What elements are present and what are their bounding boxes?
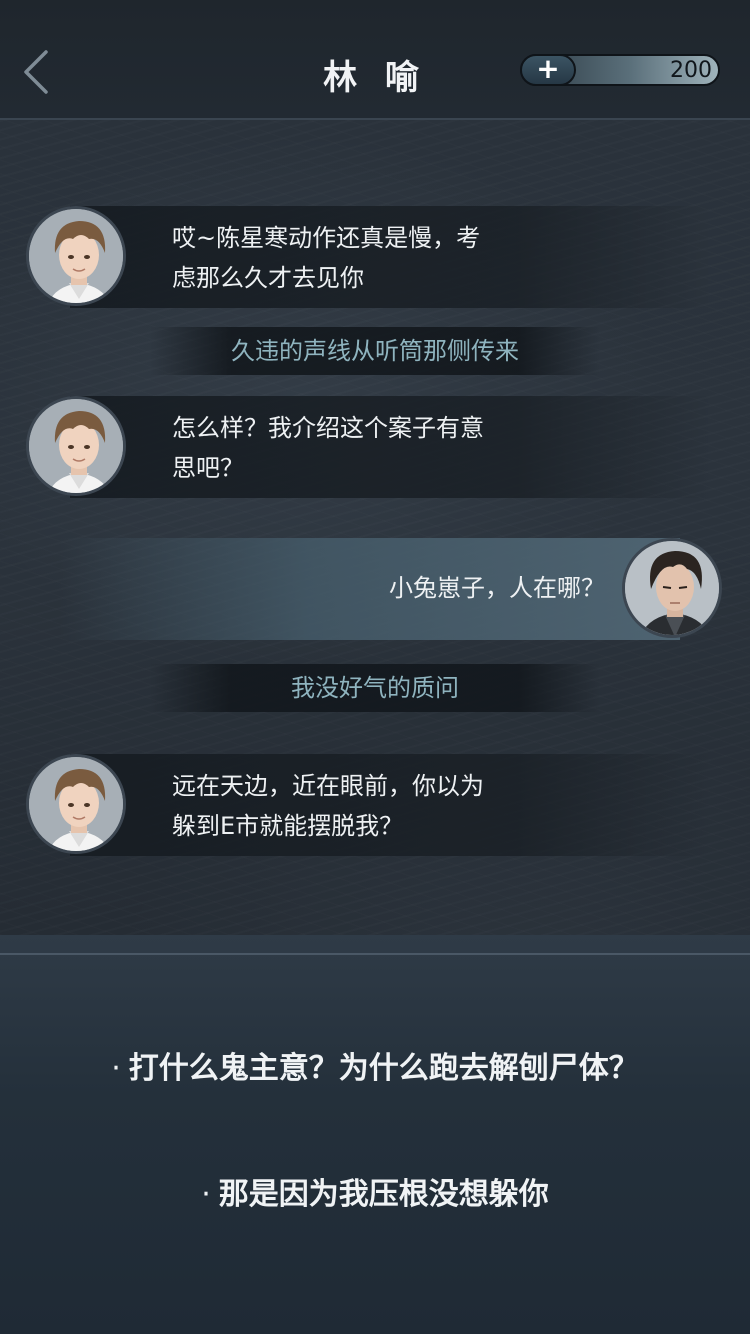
chat-message: 远在天边，近在眼前，你以为 躲到E市就能摆脱我？	[0, 754, 750, 856]
choice-text: 打什么鬼主意？为什么跑去解刨尸体？	[128, 1051, 639, 1086]
narration-bar: 久违的声线从听筒那侧传来	[150, 327, 600, 375]
message-text: 远在天边，近在眼前，你以为 躲到E市就能摆脱我？	[172, 766, 532, 846]
energy-value: 200	[670, 58, 712, 83]
message-line: 虑那么久才去见你	[172, 264, 364, 292]
message-text: 小兔崽子，人在哪？	[360, 568, 605, 608]
message-line: 哎~陈星寒动作还真是慢，考	[172, 224, 481, 252]
panel-divider	[0, 953, 750, 955]
chat-message: 哎~陈星寒动作还真是慢，考 虑那么久才去见你	[0, 206, 750, 308]
bullet: ·	[201, 1177, 211, 1212]
narration-bar: 我没好气的质问	[150, 664, 600, 712]
narration-text: 我没好气的质问	[291, 674, 459, 702]
message-text: 怎么样？我介绍这个案子有意 思吧？	[172, 408, 532, 488]
choice-panel: · 打什么鬼主意？为什么跑去解刨尸体？ · 那是因为我压根没想躲你	[0, 935, 750, 1334]
chat-message: 小兔崽子，人在哪？	[0, 538, 750, 640]
player-avatar[interactable]	[622, 538, 722, 638]
choice-text: 那是因为我压根没想躲你	[218, 1177, 549, 1212]
choice-option-1[interactable]: · 打什么鬼主意？为什么跑去解刨尸体？	[0, 1043, 750, 1087]
message-line: 怎么样？我介绍这个案子有意	[172, 414, 484, 442]
chat-message: 怎么样？我介绍这个案子有意 思吧？	[0, 396, 750, 498]
message-line: 躲到E市就能摆脱我？	[172, 812, 404, 840]
character-portrait-icon	[625, 541, 719, 635]
message-line: 思吧？	[172, 454, 244, 482]
message-text: 哎~陈星寒动作还真是慢，考 虑那么久才去见你	[172, 218, 532, 298]
message-line: 远在天边，近在眼前，你以为	[172, 772, 484, 800]
top-bar: 林 喻 + 200	[0, 0, 750, 120]
lin-yu-avatar[interactable]	[26, 396, 126, 496]
choice-option-2[interactable]: · 那是因为我压根没想躲你	[0, 1169, 750, 1213]
narration-text: 久违的声线从听筒那侧传来	[231, 337, 519, 365]
lin-yu-avatar[interactable]	[26, 754, 126, 854]
message-line: 小兔崽子，人在哪？	[389, 574, 605, 602]
energy-meter: + 200	[520, 54, 720, 86]
bullet: ·	[111, 1051, 121, 1086]
lin-yu-avatar[interactable]	[26, 206, 126, 306]
add-energy-button[interactable]: +	[520, 54, 576, 86]
